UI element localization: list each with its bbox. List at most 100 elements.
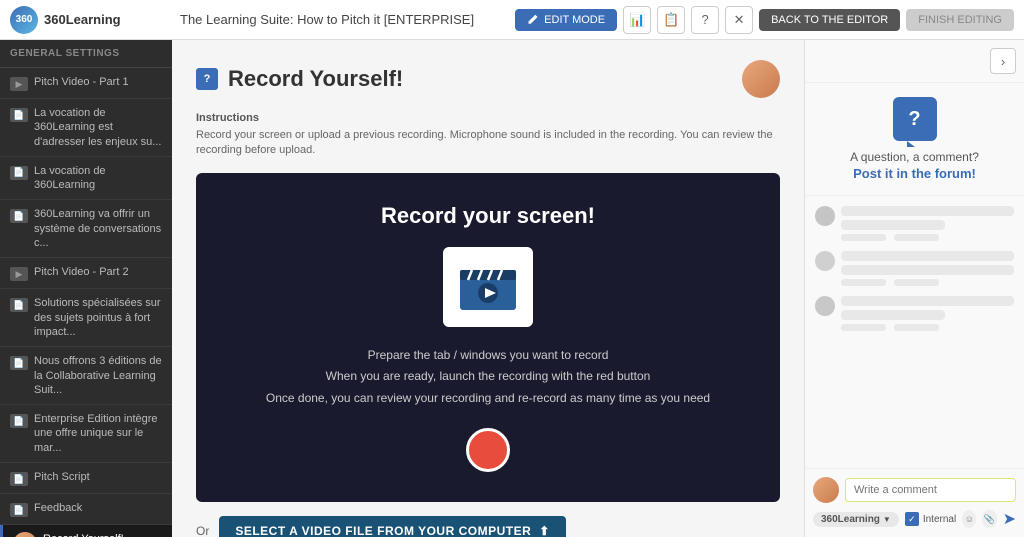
doc-icon: 📄 (10, 503, 28, 517)
doc-icon: 📄 (10, 166, 28, 180)
comment-bar (841, 265, 1014, 275)
main-layout: GENERAL SETTINGS ▶ Pitch Video - Part 1 … (0, 40, 1024, 537)
forum-text: A question, a comment? (821, 149, 1008, 166)
logo: 360 360Learning (10, 6, 170, 34)
video-icon: ▶ (10, 77, 28, 91)
dropdown-arrow-icon: ▼ (883, 515, 891, 524)
select-video-button[interactable]: SELECT A VIDEO FILE FROM YOUR COMPUTER ⬆ (219, 516, 565, 537)
doc-icon: 📄 (10, 108, 28, 122)
record-box: Record your screen! (196, 173, 780, 502)
sidebar-item-pitch-video-1[interactable]: ▶ Pitch Video - Part 1 (0, 68, 172, 99)
logo-text: 360Learning (44, 12, 121, 27)
internal-checkbox[interactable]: ✓ Internal (905, 512, 956, 526)
copy-icon-button[interactable]: 📋 (657, 6, 685, 34)
comment-bar (841, 296, 1014, 306)
comment-meta-bar (841, 234, 886, 241)
comment-meta-bar (841, 324, 886, 331)
sidebar-item-enterprise[interactable]: 📄 Enterprise Edition intègre une offre u… (0, 405, 172, 463)
comment-avatar (815, 206, 835, 226)
brand-badge[interactable]: 360Learning ▼ (813, 512, 899, 527)
comment-meta (841, 234, 1014, 241)
comment-meta-bar (894, 324, 939, 331)
video-icon: ▶ (10, 267, 28, 281)
page-title: The Learning Suite: How to Pitch it [ENT… (180, 12, 505, 27)
doc-icon: 📄 (10, 472, 28, 486)
comment-content (841, 296, 1014, 331)
collapse-panel-button[interactable]: › (990, 48, 1016, 74)
logo-icon: 360 (10, 6, 38, 34)
sidebar-item-pitch-script[interactable]: 📄 Pitch Script (0, 463, 172, 494)
comment-content (841, 251, 1014, 286)
sidebar-item-record-yourself[interactable]: Record Yourself! (0, 525, 172, 537)
forum-icon: ? (893, 97, 937, 141)
close-icon-button[interactable]: ✕ (725, 6, 753, 34)
attachment-icon[interactable]: 📎 (982, 510, 996, 528)
comment-meta-bar (894, 234, 939, 241)
right-panel: › ? A question, a comment? Post it in th… (804, 40, 1024, 537)
forum-link[interactable]: Post it in the forum! (821, 166, 1008, 181)
sidebar-item-label: Nous offrons 3 éditions de la Collaborat… (34, 354, 162, 397)
comment-input[interactable] (845, 478, 1016, 502)
comment-meta (841, 324, 1014, 331)
sidebar-item-label: Pitch Video - Part 1 (34, 75, 129, 89)
sidebar-item-conversations[interactable]: 📄 360Learning va offrir un système de co… (0, 200, 172, 258)
emoji-icon[interactable]: ☺ (962, 510, 976, 528)
instructions-label: Instructions (196, 112, 780, 124)
page-title: Record Yourself! (228, 66, 403, 92)
comment-bar (841, 251, 1014, 261)
content-area: ? Record Yourself! Instructions Record y… (172, 40, 804, 537)
comment-meta-bar (894, 279, 939, 286)
instructions-text: Record your screen or upload a previous … (196, 128, 780, 159)
back-to-editor-button[interactable]: BACK TO THE EDITOR (759, 9, 900, 31)
sidebar-item-offrons[interactable]: 📄 Nous offrons 3 éditions de la Collabor… (0, 347, 172, 405)
record-line-2: When you are ready, launch the recording… (266, 366, 710, 388)
or-text: Or (196, 524, 209, 537)
forum-box: ? A question, a comment? Post it in the … (805, 83, 1024, 196)
video-icon-box (443, 247, 533, 327)
sidebar-item-pitch-video-2[interactable]: ▶ Pitch Video - Part 2 (0, 258, 172, 289)
doc-icon: 📄 (10, 414, 28, 428)
sidebar-item-label: Pitch Script (34, 470, 90, 484)
record-box-title: Record your screen! (381, 203, 595, 229)
record-button[interactable] (466, 428, 510, 472)
doc-icon: 📄 (10, 209, 28, 223)
sidebar-header: GENERAL SETTINGS (0, 40, 172, 68)
sidebar-item-label: La vocation de 360Learning est d'adresse… (34, 106, 162, 149)
finish-editing-button[interactable]: FINISH EDITING (906, 9, 1014, 31)
comment-item (815, 296, 1014, 331)
top-bar: 360 360Learning The Learning Suite: How … (0, 0, 1024, 40)
clapperboard-icon (456, 260, 520, 314)
comment-bar (841, 206, 1014, 216)
comment-avatar (815, 251, 835, 271)
doc-icon: 📄 (10, 298, 28, 312)
content-title-row: ? Record Yourself! (196, 66, 403, 92)
comment-meta (841, 279, 1014, 286)
sidebar-item-feedback[interactable]: 📄 Feedback (0, 494, 172, 525)
comment-bar-short (841, 220, 945, 230)
input-row (813, 477, 1016, 503)
record-line-3: Once done, you can review your recording… (266, 388, 710, 410)
stats-icon-button[interactable]: 📊 (623, 6, 651, 34)
comment-item (815, 251, 1014, 286)
record-button-inner (479, 441, 497, 459)
sidebar-item-label: Enterprise Edition intègre une offre uni… (34, 412, 162, 455)
input-toolbar: 360Learning ▼ ✓ Internal ☺ 📎 ➤ (813, 509, 1016, 529)
checkmark-icon: ✓ (905, 512, 919, 526)
comment-list (805, 196, 1024, 341)
top-actions: EDIT MODE 📊 📋 ? ✕ BACK TO THE EDITOR FIN… (515, 6, 1014, 34)
sidebar: GENERAL SETTINGS ▶ Pitch Video - Part 1 … (0, 40, 172, 537)
record-line-1: Prepare the tab / windows you want to re… (266, 345, 710, 367)
right-panel-toggle: › (805, 40, 1024, 83)
sidebar-item-solutions[interactable]: 📄 Solutions spécialisées sur des sujets … (0, 289, 172, 347)
sidebar-item-label: 360Learning va offrir un système de conv… (34, 207, 162, 250)
sidebar-item-la-vocation-1[interactable]: 📄 La vocation de 360Learning est d'adres… (0, 99, 172, 157)
record-instructions: Prepare the tab / windows you want to re… (266, 345, 710, 410)
help-icon-button[interactable]: ? (691, 6, 719, 34)
edit-mode-button[interactable]: EDIT MODE (515, 9, 617, 31)
comment-content (841, 206, 1014, 241)
sidebar-item-la-vocation-2[interactable]: 📄 La vocation de 360Learning (0, 157, 172, 201)
sidebar-item-label: Solutions spécialisées sur des sujets po… (34, 296, 162, 339)
send-button[interactable]: ➤ (1003, 509, 1016, 529)
upload-icon: ⬆ (539, 524, 550, 537)
sidebar-item-label: Pitch Video - Part 2 (34, 265, 129, 279)
